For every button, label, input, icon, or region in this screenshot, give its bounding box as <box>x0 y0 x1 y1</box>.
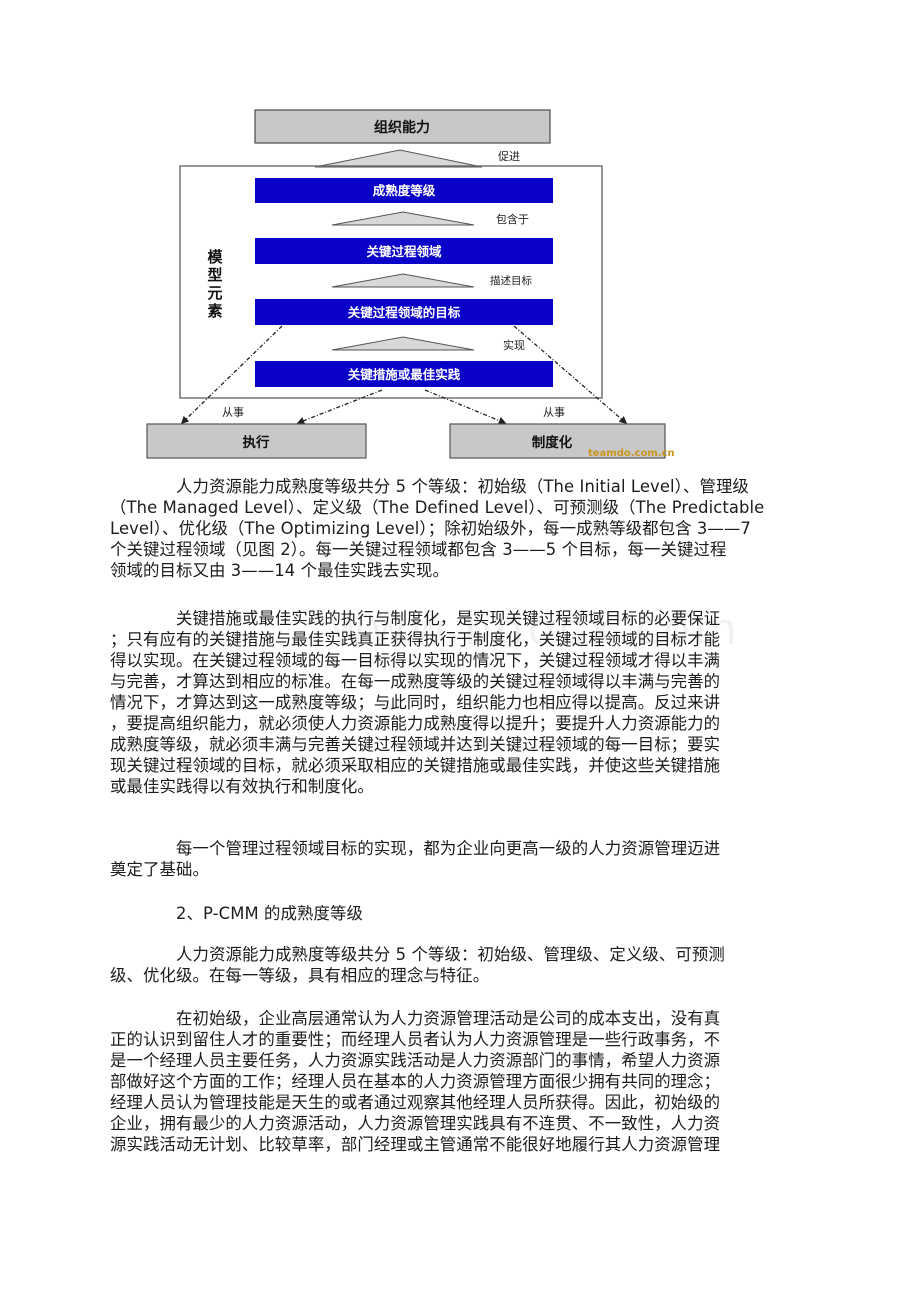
model-elements-char-1: 模 <box>207 248 223 266</box>
engage-label-right: 从事 <box>543 406 565 419</box>
text-line: 每一个管理过程领域目标的实现，都为企业向更高一级的人力资源管理迈进 <box>176 839 721 858</box>
text-line: Level）、优化级（The Optimizing Level）；除初始级外，每… <box>110 519 751 538</box>
model-elements-label: 模 型 元 素 <box>207 248 223 320</box>
text-line: 部做好这个方面的工作；经理人员在基本的人力资源管理方面很少拥有共同的理念； <box>110 1072 721 1091</box>
text-line: 源实践活动无计划、比较草率，部门经理或主管通常不能很好地履行其人力资源管理 <box>110 1135 721 1154</box>
section-heading-pcmm-levels: 2、P-CMM 的成熟度等级 <box>110 903 810 924</box>
diagram-watermark: teamdo.com.cn <box>588 448 675 459</box>
promotes-label: 促进 <box>498 149 520 163</box>
kpa-goals-label: 关键过程领域的目标 <box>348 305 461 320</box>
kpa-goals-bar: 关键过程领域的目标 <box>255 299 553 325</box>
contained-in-label: 包含于 <box>496 212 529 226</box>
model-elements-char-3: 元 <box>207 284 222 302</box>
text-line: 企业，拥有最少的人力资源活动，人力资源管理实践具有不连贯、不一致性，人力资 <box>110 1114 721 1133</box>
realizes-relation: 实现 <box>331 336 525 352</box>
text-line: 正的认识到留住人才的重要性；而经理人员者认为人力资源管理是一些行政事务，不 <box>110 1030 721 1049</box>
key-process-area-bar: 关键过程领域 <box>255 238 553 264</box>
text-line: 或最佳实践得以有效执行和制度化。 <box>110 777 374 796</box>
text-line: 得以实现。在关键过程领域的每一目标得以实现的情况下，关键过程领域才得以丰满 <box>110 651 721 670</box>
key-process-area-label: 关键过程领域 <box>366 244 442 259</box>
text-line: 与完善，才算达到相应的标准。在每一成熟度等级的关键过程领域得以丰满与完善的 <box>110 672 721 691</box>
model-elements-char-2: 型 <box>207 266 222 284</box>
paragraph-key-practices: 关键措施或最佳实践的执行与制度化，是实现关键过程领域目标的必要保证 ；只有应有的关… <box>110 608 810 797</box>
text-line: （The Managed Level）、定义级（The Defined Leve… <box>110 498 765 517</box>
key-practices-bar: 关键措施或最佳实践 <box>255 361 553 387</box>
text-line: 现关键过程领域的目标，就必须采取相应的关键措施或最佳实践，并使这些关键措施 <box>110 756 721 775</box>
contained-in-relation: 包含于 <box>331 211 529 226</box>
p-cmm-model-diagram: 组织能力 促进 模 型 元 素 成熟度等级 关键过程领域 关键过程领域的目标 关… <box>146 109 675 459</box>
text-line: 在初始级，企业高层通常认为人力资源管理活动是公司的成本支出，没有真 <box>176 1009 721 1028</box>
describes-goals-label: 描述目标 <box>490 274 532 287</box>
text-line: 级、优化级。在每一等级，具有相应的理念与特征。 <box>110 966 490 985</box>
paragraph-initial-level: 在初始级，企业高层通常认为人力资源管理活动是公司的成本支出，没有真正的认识到留住… <box>110 1008 810 1155</box>
text-line: 是一个经理人员主要任务，人力资源实践活动是人力资源部门的事情，希望人力资源 <box>110 1051 721 1070</box>
org-capability-box: 组织能力 <box>254 109 551 144</box>
institutionalization-label: 制度化 <box>532 434 573 451</box>
maturity-level-bar: 成熟度等级 <box>255 178 553 203</box>
text-line: ，要提高组织能力，就必须使人力资源能力成熟度得以提升；要提升人力资源能力的 <box>110 714 721 733</box>
text-line: 领域的目标又由 3——14 个最佳实践去实现。 <box>110 561 450 580</box>
maturity-level-label: 成熟度等级 <box>373 183 436 198</box>
paragraph-foundation: 每一个管理过程领域目标的实现，都为企业向更高一级的人力资源管理迈进奠定了基础。 <box>110 838 810 880</box>
model-elements-char-4: 素 <box>207 302 222 320</box>
describes-goals-relation: 描述目标 <box>331 273 532 288</box>
practices-to-institutionalization-arrow <box>424 389 507 425</box>
text-line: 关键措施或最佳实践的执行与制度化，是实现关键过程领域目标的必要保证 <box>176 609 721 628</box>
execution-box: 执行 <box>146 423 367 459</box>
text-line: 奠定了基础。 <box>110 860 209 879</box>
realizes-label: 实现 <box>503 338 525 352</box>
org-capability-label: 组织能力 <box>374 119 430 136</box>
execution-label: 执行 <box>243 434 270 451</box>
text-line: 成熟度等级，就必须丰满与完善关键过程领域并达到关键过程领域的每一目标；要实 <box>110 735 721 754</box>
text-line: 人力资源能力成熟度等级共分 5 个等级：初始级（The Initial Leve… <box>176 477 749 496</box>
text-line: 个关键过程领域（见图 2）。每一关键过程领域都包含 3——5 个目标，每一关键过… <box>110 540 727 559</box>
text-line: ；只有应有的关键措施与最佳实践真正获得执行于制度化，关键过程领域的目标才能 <box>110 630 721 649</box>
paragraph-maturity-overview: 人力资源能力成熟度等级共分 5 个等级：初始级（The Initial Leve… <box>110 476 810 581</box>
text-line: 2、P-CMM 的成熟度等级 <box>176 904 363 923</box>
practices-to-execution-arrow <box>296 389 383 425</box>
promotes-relation: 促进 <box>314 149 520 168</box>
key-practices-label: 关键措施或最佳实践 <box>348 367 461 382</box>
text-line: 经理人员认为管理技能是天生的或者通过观察其他经理人员所获得。因此，初始级的 <box>110 1093 721 1112</box>
text-line: 人力资源能力成熟度等级共分 5 个等级：初始级、管理级、定义级、可预测 <box>176 945 725 964</box>
text-line: 情况下，才算达到这一成熟度等级；与此同时，组织能力也相应得以提高。反过来讲 <box>110 693 721 712</box>
engage-label-left: 从事 <box>222 406 244 419</box>
paragraph-five-levels: 人力资源能力成熟度等级共分 5 个等级：初始级、管理级、定义级、可预测级、优化级… <box>110 944 810 986</box>
